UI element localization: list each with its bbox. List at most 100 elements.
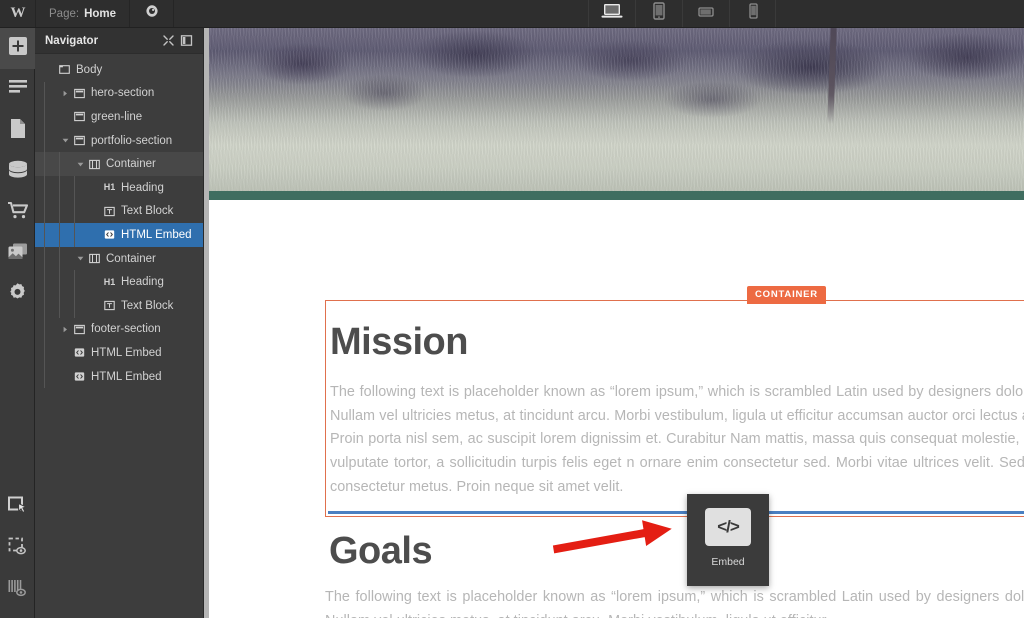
toolbar-settings[interactable] [0, 274, 35, 315]
tree-guide-line [44, 341, 45, 365]
tree-guide-line [44, 105, 45, 129]
navigator-item-heading[interactable]: H1 Heading [35, 175, 203, 200]
hero-fade-overlay [204, 28, 1024, 191]
page-icon [9, 118, 27, 144]
container-icon [86, 159, 103, 170]
image-icon [7, 242, 29, 266]
chevron-down-icon[interactable] [60, 137, 71, 144]
top-bar: W Page: Home [0, 0, 1024, 28]
tree-guide-line [59, 152, 60, 176]
tree-guide-line [44, 152, 45, 176]
navigator-item-label: portfolio-section [91, 134, 173, 147]
body-icon [56, 64, 73, 75]
tablet-icon [649, 1, 669, 26]
tree-guide-line [74, 223, 75, 247]
chevron-right-icon[interactable] [60, 90, 71, 97]
navigator-title: Navigator [45, 34, 99, 47]
dashed-box-eye-icon [7, 536, 28, 562]
toolbar-pages[interactable] [0, 110, 35, 151]
section-icon [71, 88, 88, 99]
breakpoint-switcher [588, 0, 776, 27]
annotation-arrow [548, 512, 678, 563]
navigator-item-portfolio-section[interactable]: portfolio-section [35, 128, 203, 153]
bars-eye-icon [7, 577, 28, 603]
navigator-item-label: Body [76, 63, 103, 76]
navigator-item-label: Heading [121, 181, 164, 194]
tree-guide-line [44, 317, 45, 342]
navigator-item-text-block[interactable]: Text Block [35, 293, 203, 318]
collapse-icon[interactable] [159, 32, 177, 50]
text-icon [101, 206, 118, 217]
layers-icon [8, 79, 28, 100]
navigator-item-label: HTML Embed [121, 228, 192, 241]
preview-toggle-button[interactable] [130, 0, 175, 27]
toolbar-ecommerce[interactable] [0, 192, 35, 233]
top-bar-right-spacer [776, 0, 1024, 27]
section-icon [71, 135, 88, 146]
breakpoint-desktop[interactable] [588, 0, 635, 27]
tree-guide-line [59, 223, 60, 247]
navigator-item-hero-section[interactable]: hero-section [35, 81, 203, 106]
page-label: Page: [49, 7, 80, 20]
navigator-item-body[interactable]: Body [35, 58, 203, 82]
container-icon [86, 253, 103, 264]
navigator-item-html-embed[interactable]: HTML Embed [35, 223, 203, 247]
toolbar-navigator[interactable] [0, 69, 35, 110]
chevron-down-icon[interactable] [75, 161, 86, 168]
navigator-item-label: Container [106, 158, 156, 171]
container-mission[interactable]: Mission The following text is placeholde… [325, 300, 1024, 517]
tool-show-element-outlines[interactable] [0, 528, 35, 569]
hero-section[interactable] [204, 28, 1024, 191]
navigator-panel: Navigator Body hero-section green-line port… [35, 28, 204, 618]
navigator-item-heading[interactable]: H1 Heading [35, 270, 203, 294]
embed-icon [71, 347, 88, 358]
h1-icon: H1 [103, 182, 116, 193]
tool-show-guides[interactable] [0, 569, 35, 610]
navigator-item-green-line[interactable]: green-line [35, 105, 203, 129]
section-icon [71, 324, 88, 335]
gear-icon [7, 282, 28, 308]
page-selector[interactable]: Page: Home [36, 0, 131, 27]
webflow-logo-icon[interactable]: W [0, 0, 36, 27]
goals-text-block: The following text is placeholder known … [325, 588, 1024, 618]
tree-guide-line [59, 199, 60, 224]
navigator-item-text-block[interactable]: Text Block [35, 199, 203, 224]
tree-guide-line [44, 81, 45, 106]
webflow-designer-window: W Page: Home Navigator Body hero-section… [0, 0, 1024, 618]
cursor-box-icon [7, 495, 28, 521]
mobile-landscape-icon [695, 3, 717, 24]
navigator-item-label: HTML Embed [91, 370, 162, 383]
toolbar-cms[interactable] [0, 151, 35, 192]
embed-element-drag-widget[interactable]: </> Embed [687, 494, 769, 586]
navigator-item-html-embed[interactable]: HTML Embed [35, 341, 203, 365]
mission-text-block: The following text is placeholder known … [330, 383, 1024, 496]
breakpoint-tablet[interactable] [635, 0, 682, 27]
navigator-item-container[interactable]: Container [35, 246, 203, 271]
navigator-item-container[interactable]: Container [35, 152, 203, 176]
tool-select[interactable] [0, 487, 35, 528]
tree-guide-line [44, 293, 45, 318]
breakpoint-mobile-portrait[interactable] [729, 0, 776, 27]
mission-heading: Mission [330, 321, 468, 363]
tree-guide-line [44, 199, 45, 224]
toolbar-assets[interactable] [0, 233, 35, 274]
navigator-item-label: hero-section [91, 87, 155, 100]
tree-guide-line [59, 175, 60, 200]
chevron-down-icon[interactable] [75, 255, 86, 262]
tree-guide-line [44, 223, 45, 247]
chevron-right-icon[interactable] [60, 326, 71, 333]
breakpoint-mobile-landscape[interactable] [682, 0, 729, 27]
embed-icon [71, 371, 88, 382]
toolbar-add-elements[interactable] [0, 28, 35, 69]
panel-icon[interactable] [177, 32, 195, 50]
navigator-item-footer-section[interactable]: footer-section [35, 317, 203, 342]
left-toolbar [0, 28, 35, 618]
navigator-item-html-embed[interactable]: HTML Embed [35, 364, 203, 389]
tree-guide-line [59, 293, 60, 318]
navigator-item-label: HTML Embed [91, 346, 162, 359]
navigator-item-label: Heading [121, 276, 164, 289]
eye-icon [144, 3, 160, 24]
embed-icon [101, 229, 118, 240]
canvas-left-edge [204, 28, 209, 618]
green-line-section[interactable] [204, 191, 1024, 200]
